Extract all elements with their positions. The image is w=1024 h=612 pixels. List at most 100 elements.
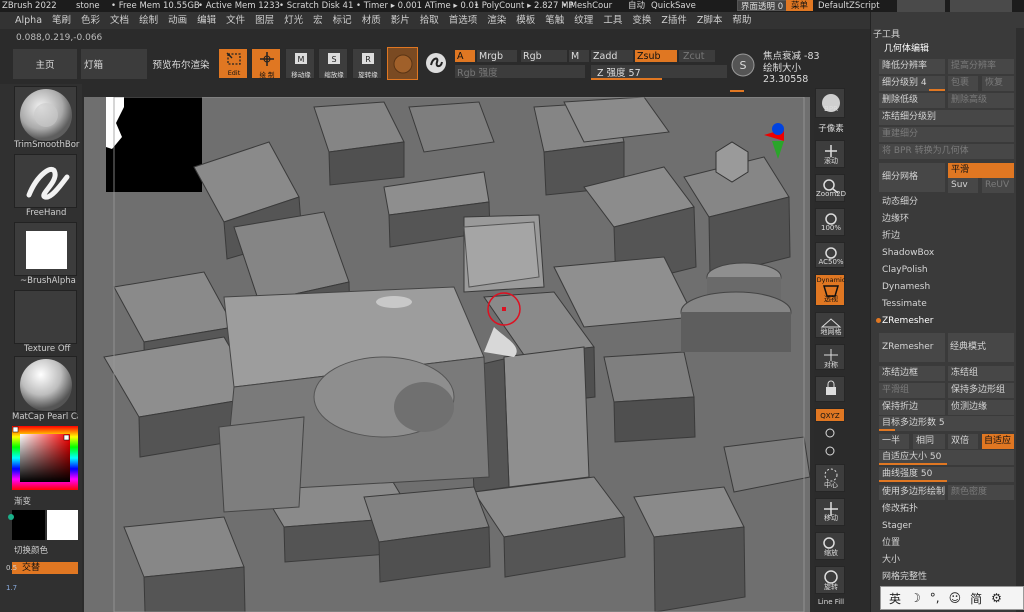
a-toggle[interactable]: A [455, 50, 475, 62]
edge-loop-section[interactable]: 边缘环 [882, 212, 909, 227]
detect-edges-toggle[interactable]: 侦测边缘 [948, 400, 1014, 415]
keep-crease-toggle[interactable]: 保持折边 [879, 400, 945, 415]
smooth-toggle[interactable]: 平滑 [948, 163, 1014, 178]
menu-item[interactable]: 灯光 [279, 12, 308, 29]
m-toggle[interactable]: M [569, 50, 589, 62]
viewport-scrollbar[interactable] [810, 97, 814, 612]
modify-topology-section[interactable]: 修改拓扑 [882, 502, 918, 517]
move-mode-button[interactable]: M 移动缘 [285, 48, 315, 79]
zcut-toggle[interactable]: Zcut [679, 50, 715, 62]
rotate-mode-button[interactable]: R 旋转缘 [352, 48, 382, 79]
delete-lower-button[interactable]: 删除低级 [879, 93, 945, 108]
dynamesh-section[interactable]: Dynamesh [882, 280, 930, 295]
menu-item[interactable]: 纹理 [569, 12, 598, 29]
menu-item[interactable]: 动画 [163, 12, 192, 29]
z-rotate-button[interactable] [815, 444, 845, 458]
menu-item[interactable]: Z脚本 [692, 12, 728, 29]
draw-button[interactable]: 绘 制 [251, 48, 281, 79]
bpr-button[interactable] [815, 88, 845, 118]
ui-transparency-slider[interactable]: 界面透明 0 [737, 0, 788, 12]
subtool-header[interactable]: 子工具 [873, 28, 900, 43]
menu-item[interactable]: 文件 [221, 12, 250, 29]
stager-section[interactable]: Stager [882, 519, 912, 534]
linefill-label[interactable]: Line Fill [813, 598, 849, 606]
draw-size-slider[interactable]: 绘制大小 23.30558 [761, 63, 839, 85]
menu-item[interactable]: 绘制 [134, 12, 163, 29]
ime-item[interactable]: ☺ [949, 591, 962, 605]
half-button[interactable]: 一半 [879, 434, 909, 449]
material-thumbnail[interactable] [14, 356, 77, 412]
keep-polygroups-toggle[interactable]: 保持多边形组 [948, 383, 1014, 398]
y-rotate-button[interactable] [815, 426, 845, 440]
gradient-label[interactable]: 渐变 [14, 495, 80, 507]
menu-item[interactable]: 文档 [105, 12, 134, 29]
simple-brush-tab[interactable] [950, 0, 1012, 12]
menu-item[interactable]: 拾取 [415, 12, 444, 29]
reconstruct-subdiv-button[interactable]: 重建细分 [879, 127, 1014, 142]
color-picker[interactable] [12, 426, 78, 490]
geometry-section-title[interactable]: 几何体编辑 [884, 42, 929, 57]
stroke-mode-button[interactable] [424, 51, 448, 75]
use-polypaint-toggle[interactable]: 使用多边形绘制 [879, 485, 945, 500]
switch-color-button[interactable]: 切换颜色 [14, 544, 80, 556]
freeze-groups-toggle[interactable]: 冻结组 [948, 366, 1014, 381]
lock-button[interactable] [815, 376, 845, 402]
ime-item[interactable]: °, [930, 591, 940, 605]
crease-section[interactable]: 折边 [882, 229, 900, 244]
menu-item[interactable]: 标记 [328, 12, 357, 29]
lazy-mouse-button[interactable]: S [730, 52, 756, 78]
cage-button[interactable]: 包裹 [948, 76, 978, 91]
edit-button[interactable]: Edit [218, 48, 248, 79]
material-swatch[interactable] [387, 47, 418, 80]
menu-item[interactable]: Z插件 [656, 12, 692, 29]
freeze-subdiv-button[interactable]: 冻结细分级别 [879, 110, 1014, 125]
quicksave-button[interactable]: QuickSave [651, 0, 696, 12]
texture-thumbnail[interactable] [14, 290, 77, 344]
home-button[interactable]: 主页 [13, 49, 77, 79]
position-section[interactable]: 位置 [882, 536, 900, 551]
size-section[interactable]: 大小 [882, 553, 900, 568]
menu-button[interactable]: 菜单 [786, 0, 814, 11]
divide-button[interactable]: 细分网格 [879, 163, 945, 192]
canvas-viewport[interactable] [84, 97, 810, 612]
menu-item[interactable]: 图层 [250, 12, 279, 29]
alternate-button[interactable]: 交替 [12, 562, 78, 574]
scale-mode-button[interactable]: S 缩放缘 [318, 48, 348, 79]
rgb-toggle[interactable]: Rgb [521, 50, 567, 62]
menu-item[interactable]: 首选项 [444, 12, 483, 29]
higher-res-button[interactable]: 提高分辨率 [948, 59, 1014, 74]
default-zscript[interactable]: DefaultZScript [818, 0, 880, 12]
claypolish-section[interactable]: ClayPolish [882, 263, 928, 278]
menu-item[interactable]: 影片 [386, 12, 415, 29]
shadowbox-section[interactable]: ShadowBox [882, 246, 934, 261]
mrgb-toggle[interactable]: Mrgb [477, 50, 517, 62]
menu-item[interactable]: 变换 [627, 12, 656, 29]
zremesher-button[interactable]: ZRemesher [879, 333, 945, 362]
double-button[interactable]: 双倍 [948, 434, 978, 449]
color-density-slider[interactable]: 颜色密度 [948, 485, 1014, 500]
xyz-rotate-button[interactable]: QXYZ [815, 408, 845, 422]
menu-item[interactable]: 材质 [357, 12, 386, 29]
menu-item[interactable]: 色彩 [76, 12, 105, 29]
z-intensity-slider[interactable]: Z 强度 57 [591, 65, 727, 79]
menu-item[interactable]: 笔触 [540, 12, 569, 29]
dynamic-subdiv-section[interactable]: 动态细分 [882, 195, 918, 210]
delete-higher-button[interactable]: 删除高级 [948, 93, 1014, 108]
freeze-border-toggle[interactable]: 冻结边框 [879, 366, 945, 381]
zsub-toggle[interactable]: Zsub [635, 50, 677, 62]
mesh-integrity-section[interactable]: 网格完整性 [882, 570, 927, 585]
suv-toggle[interactable]: Suv [948, 178, 978, 193]
legacy-2018-button[interactable]: 经典模式(2018) [948, 333, 1014, 381]
adaptive-button[interactable]: 自适应 [982, 434, 1014, 449]
rgb-intensity-slider[interactable]: Rgb 强度 [455, 65, 585, 79]
bpr-preview-button[interactable]: 预览布尔渲染 [150, 49, 212, 79]
alpha-thumbnail[interactable] [14, 222, 77, 276]
menu-item[interactable]: 编辑 [192, 12, 221, 29]
menu-item[interactable]: 模板 [511, 12, 540, 29]
main-color-swatch[interactable] [12, 510, 45, 540]
lower-res-button[interactable]: 降低分辨率 [879, 59, 945, 74]
ime-item[interactable]: ⚙ [991, 591, 1002, 605]
secondary-color-swatch[interactable] [47, 510, 78, 540]
palette-scrollbar[interactable] [1016, 28, 1024, 612]
target-polycount-slider[interactable]: 目标多边形数 5 [879, 416, 1014, 431]
